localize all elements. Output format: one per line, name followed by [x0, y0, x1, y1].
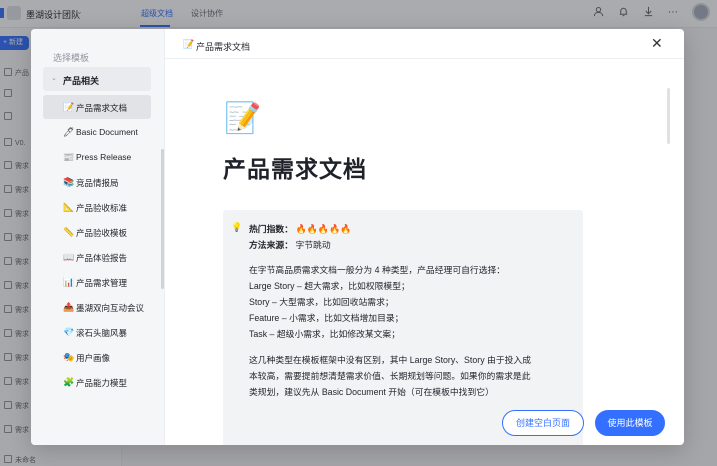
hot-index-label: 热门指数：	[249, 224, 293, 234]
template-preview-panel: 📝 产品需求文档 ✕ 📝 产品需求文档 💡 热门指数： 🔥🔥🔥🔥🔥 方法来源： …	[165, 29, 684, 445]
books-icon: 📚	[63, 177, 75, 187]
callout-text: Feature – 小需求，比如文档增加目录；	[249, 313, 404, 323]
hot-index-line: 热门指数： 🔥🔥🔥🔥🔥	[249, 222, 351, 235]
template-item[interactable]: 📐 产品验收标准	[43, 195, 151, 219]
newspaper-icon: 📰	[63, 152, 75, 162]
template-item-label: Press Release	[76, 152, 132, 162]
template-item[interactable]: 📝 产品需求文档	[43, 95, 151, 119]
source-value: 字节跳动	[295, 240, 331, 250]
template-item[interactable]: 📤 墨湖双向互动会议	[43, 295, 151, 319]
memo-icon: 📝	[224, 102, 262, 135]
template-item-label: 产品体验报告	[76, 253, 128, 263]
memo-icon: 📝	[63, 102, 75, 112]
template-item-label: 产品需求管理	[76, 278, 128, 288]
template-sidebar: 选择模板 ⌄ 产品相关 📝 产品需求文档 🖊 Basic Document 📰 …	[31, 29, 165, 445]
memo-icon: 📝	[183, 39, 195, 49]
template-item[interactable]: 💎 滚石头脑风暴	[43, 320, 151, 344]
template-item-label: 滚石头脑风暴	[76, 328, 128, 338]
preview-scrollbar[interactable]	[667, 88, 670, 144]
callout-text: Task – 超级小需求，比如修改某文案；	[249, 329, 401, 339]
triangle-ruler-icon: 📐	[63, 202, 75, 212]
template-item[interactable]: 🧩 产品能力模型	[43, 370, 151, 394]
callout-text: Large Story – 超大需求，比如权限模型；	[249, 281, 410, 291]
template-group-label: 产品相关	[63, 76, 100, 86]
template-modal: 选择模板 ⌄ 产品相关 📝 产品需求文档 🖊 Basic Document 📰 …	[31, 29, 684, 445]
template-item[interactable]: 📖 产品体验报告	[43, 245, 151, 269]
pen-icon: 🖊	[63, 127, 75, 137]
modal-header: 📝 产品需求文档 ✕	[165, 29, 684, 59]
callout-text: 类规划，建议先从 Basic Document 开始（可在模板中找到它）	[249, 387, 494, 397]
persona-icon: 🎭	[63, 352, 75, 362]
chart-icon: 📊	[63, 277, 75, 287]
source-label: 方法来源：	[249, 240, 293, 250]
template-item[interactable]: 🎭 用户画像	[43, 345, 151, 369]
template-group[interactable]: ⌄ 产品相关	[43, 67, 151, 91]
callout-text: 这几种类型在模板框架中没有区别，其中 Large Story、Story 由于投…	[249, 355, 532, 365]
template-item-label: 产品验收模板	[76, 228, 128, 238]
template-item-label: 产品验收标准	[76, 203, 128, 213]
callout-text: 在字节高品质需求文档一般分为 4 种类型，产品经理可自行选择：	[249, 265, 506, 275]
template-item-label: 用户画像	[76, 353, 111, 363]
gem-icon: 💎	[63, 327, 75, 337]
modal-title: 产品需求文档	[196, 42, 251, 52]
puzzle-icon: 🧩	[63, 377, 75, 387]
chevron-down-icon[interactable]: ⌄	[51, 74, 57, 82]
template-item[interactable]: 📰 Press Release	[43, 145, 151, 169]
outbox-icon: 📤	[63, 302, 75, 312]
template-item[interactable]: 📚 竞品情报局	[43, 170, 151, 194]
template-item[interactable]: 🖊 Basic Document	[43, 120, 151, 144]
open-book-icon: 📖	[63, 252, 75, 262]
source-line: 方法来源： 字节跳动	[249, 238, 331, 251]
template-item-label: 墨湖双向互动会议	[76, 303, 145, 313]
lightbulb-icon: 💡	[231, 222, 243, 232]
use-template-button[interactable]: 使用此模板	[595, 410, 665, 436]
fire-icon: 🔥🔥🔥🔥🔥	[295, 224, 352, 234]
template-item[interactable]: 📏 产品验收模板	[43, 220, 151, 244]
doc-title: 产品需求文档	[223, 156, 367, 182]
template-item-label: 产品能力模型	[76, 378, 128, 388]
template-item-label: 竞品情报局	[76, 178, 119, 188]
close-icon[interactable]: ✕	[651, 36, 663, 50]
template-item-label: 产品需求文档	[76, 103, 128, 113]
template-item-label: Basic Document	[76, 127, 138, 137]
ruler-icon: 📏	[63, 227, 75, 237]
callout-text: Story – 大型需求，比如回收站需求；	[249, 297, 394, 307]
callout-text: 本较高，需要提前想清楚需求价值、长期规划等问题。如果你的需求是此	[249, 371, 531, 381]
template-item[interactable]: 📊 产品需求管理	[43, 270, 151, 294]
create-blank-page-button[interactable]: 创建空白页面	[502, 410, 584, 436]
sidebar-scrollbar[interactable]	[161, 149, 164, 289]
sidebar-title: 选择模板	[53, 53, 90, 63]
template-preview[interactable]: 📝 产品需求文档 💡 热门指数： 🔥🔥🔥🔥🔥 方法来源： 字节跳动 在字节高品质…	[165, 60, 684, 445]
